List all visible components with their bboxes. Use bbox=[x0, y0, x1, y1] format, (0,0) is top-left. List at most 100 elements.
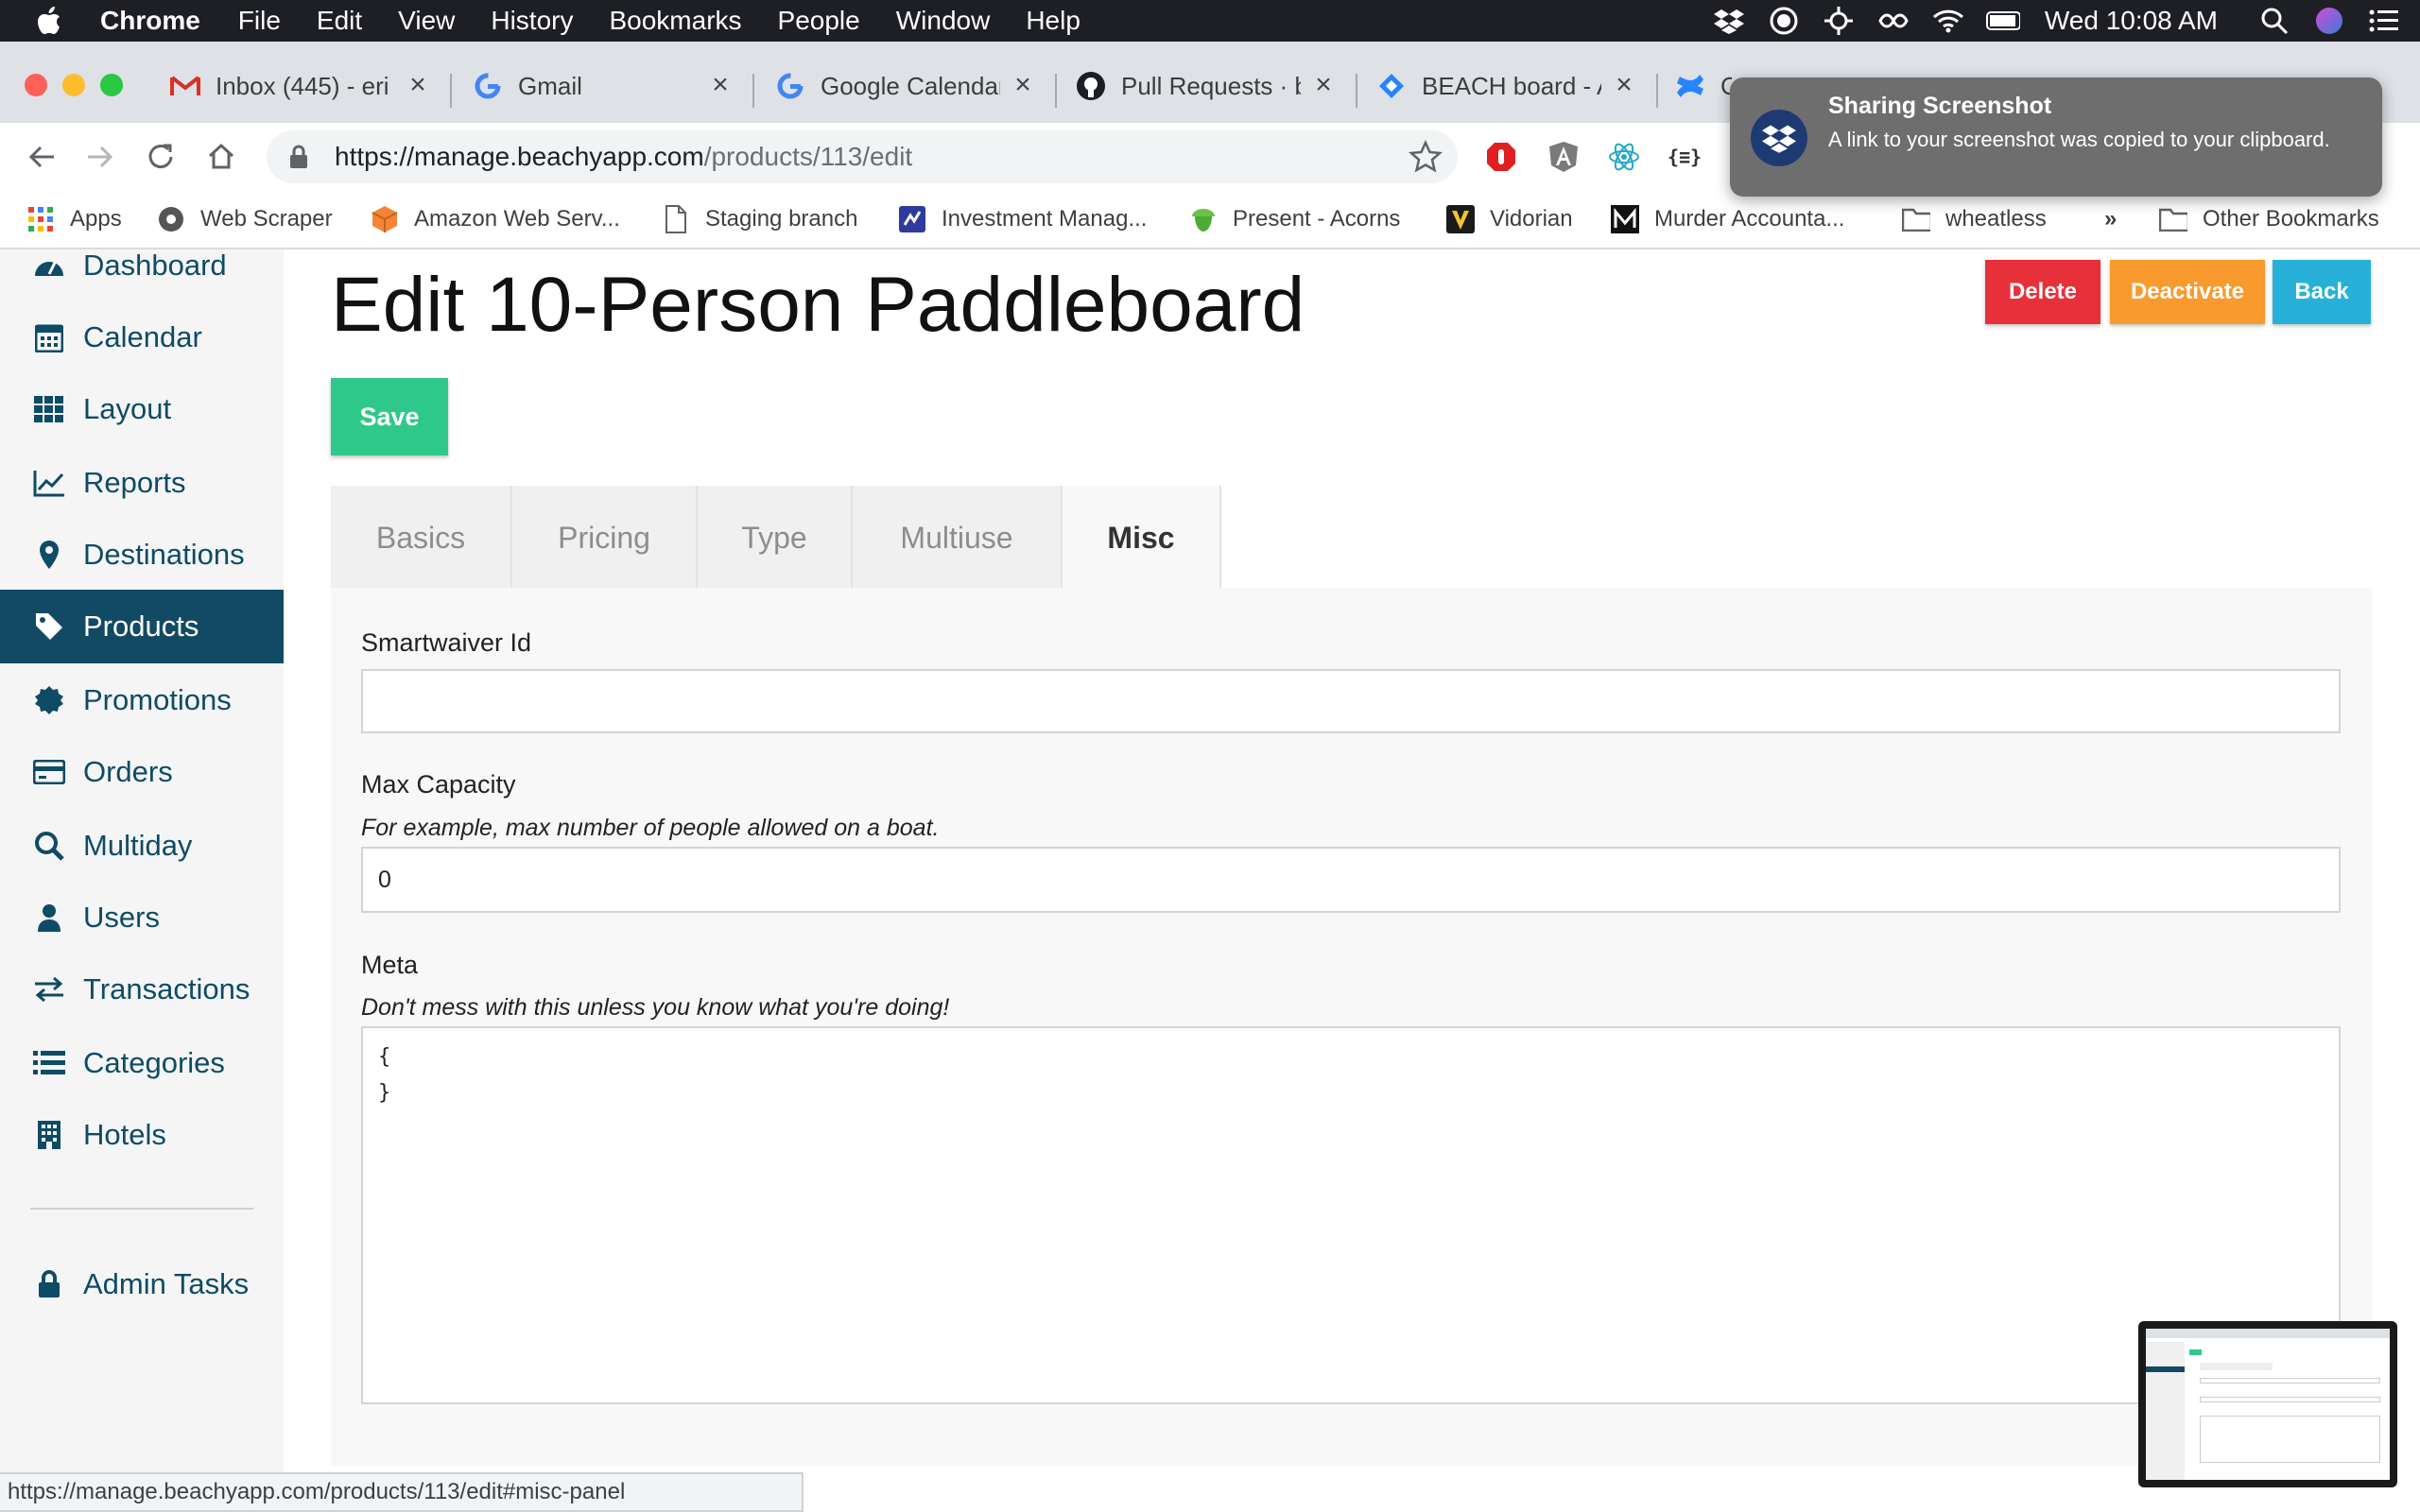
bookmark-folder-wheatless[interactable]: wheatless bbox=[1902, 200, 2047, 238]
menu-app-name[interactable]: Chrome bbox=[100, 6, 200, 36]
notification-title: Sharing Screenshot bbox=[1828, 93, 2052, 119]
bookmarks-overflow-chevron[interactable]: » bbox=[2104, 200, 2117, 238]
back-button[interactable]: Back bbox=[2273, 260, 2371, 324]
close-tab-icon[interactable]: × bbox=[403, 70, 433, 100]
siri-icon[interactable] bbox=[2312, 4, 2346, 38]
credit-card-icon bbox=[32, 755, 66, 789]
sidebar-item-layout[interactable]: Layout bbox=[0, 372, 284, 446]
tab-type[interactable]: Type bbox=[698, 486, 853, 590]
browser-tab-gmail[interactable]: Gmail × bbox=[473, 64, 735, 108]
move-status-icon[interactable] bbox=[1822, 4, 1856, 38]
sidebar-item-users[interactable]: Users bbox=[0, 881, 284, 954]
infinity-status-icon[interactable] bbox=[1876, 4, 1910, 38]
save-button[interactable]: Save bbox=[331, 378, 448, 455]
tab-pricing[interactable]: Pricing bbox=[512, 486, 698, 590]
sidebar-item-multiday[interactable]: Multiday bbox=[0, 809, 284, 883]
menu-history[interactable]: History bbox=[491, 6, 573, 36]
menu-view[interactable]: View bbox=[398, 6, 455, 36]
menu-file[interactable]: File bbox=[238, 6, 281, 36]
minimize-window-button[interactable] bbox=[62, 74, 85, 96]
deactivate-button[interactable]: Deactivate bbox=[2110, 260, 2265, 324]
sidebar-item-label: Admin Tasks bbox=[83, 1267, 250, 1300]
close-tab-icon[interactable]: × bbox=[1008, 70, 1038, 100]
meta-hint: Don't mess with this unless you know wha… bbox=[361, 994, 950, 1021]
menu-people[interactable]: People bbox=[778, 6, 860, 36]
browser-tab-confluence[interactable]: C bbox=[1675, 64, 1732, 108]
tab-title: Google Calendar bbox=[821, 71, 1000, 100]
sidebar-item-admin-tasks[interactable]: Admin Tasks bbox=[0, 1247, 284, 1321]
github-icon bbox=[1076, 71, 1106, 101]
record-status-icon[interactable] bbox=[1767, 4, 1801, 38]
dropbox-status-icon[interactable] bbox=[1712, 4, 1746, 38]
thumbnail-image bbox=[2146, 1329, 2390, 1480]
close-window-button[interactable] bbox=[25, 74, 47, 96]
menu-bookmarks[interactable]: Bookmarks bbox=[609, 6, 741, 36]
meta-json-textarea[interactable]: { } bbox=[361, 1026, 2341, 1404]
dropbox-notification[interactable]: Sharing Screenshot A link to your screen… bbox=[1730, 77, 2382, 197]
sidebar-item-products[interactable]: Products bbox=[0, 590, 284, 663]
aws-cube-icon bbox=[371, 205, 399, 233]
bookmark-other-bookmarks[interactable]: Other Bookmarks bbox=[2159, 200, 2379, 238]
sidebar-item-destinations[interactable]: Destinations bbox=[0, 518, 284, 592]
smartwaiver-id-input[interactable] bbox=[361, 669, 2341, 733]
sidebar-divider bbox=[30, 1208, 253, 1210]
wifi-icon[interactable] bbox=[1931, 4, 1965, 38]
bookmark-star-icon[interactable] bbox=[1408, 139, 1443, 174]
browser-tab-beach-board[interactable]: BEACH board - A × bbox=[1376, 64, 1639, 108]
menu-help[interactable]: Help bbox=[1026, 6, 1080, 36]
bookmark-staging-branch[interactable]: Staging branch bbox=[662, 200, 857, 238]
notification-center-icon[interactable] bbox=[2367, 4, 2401, 38]
reload-icon[interactable] bbox=[140, 136, 182, 178]
json-viewer-extension-icon[interactable]: {≡} bbox=[1666, 138, 1703, 176]
menu-window[interactable]: Window bbox=[896, 6, 991, 36]
macos-menubar: Chrome File Edit View History Bookmarks … bbox=[0, 0, 2420, 42]
bookmark-acorns[interactable]: Present - Acorns bbox=[1189, 200, 1400, 238]
tab-title: Inbox (445) - eri bbox=[216, 71, 389, 100]
gmail-icon bbox=[170, 71, 200, 101]
address-bar[interactable]: https://manage.beachyapp.com/products/11… bbox=[267, 130, 1458, 183]
tab-basics[interactable]: Basics bbox=[331, 486, 512, 590]
sidebar-item-reports[interactable]: Reports bbox=[0, 446, 284, 520]
close-tab-icon[interactable]: × bbox=[705, 70, 735, 100]
delete-button[interactable]: Delete bbox=[1985, 260, 2100, 324]
max-capacity-input[interactable] bbox=[361, 847, 2341, 913]
sidebar-item-categories[interactable]: Categories bbox=[0, 1026, 284, 1100]
lock-icon[interactable] bbox=[289, 145, 318, 169]
forward-arrow-icon[interactable] bbox=[79, 136, 121, 178]
bookmark-aws[interactable]: Amazon Web Serv... bbox=[371, 200, 620, 238]
dropbox-icon bbox=[1751, 110, 1807, 166]
sidebar-item-orders[interactable]: Orders bbox=[0, 735, 284, 809]
bookmark-investment-manager[interactable]: Investment Manag... bbox=[898, 200, 1147, 238]
sidebar-item-dashboard[interactable]: Dashboard bbox=[0, 229, 284, 302]
react-extension-icon[interactable] bbox=[1605, 138, 1643, 176]
sidebar-item-calendar[interactable]: Calendar bbox=[0, 301, 284, 374]
tab-misc[interactable]: Misc bbox=[1063, 486, 1221, 590]
close-tab-icon[interactable]: × bbox=[1308, 70, 1339, 100]
sidebar-item-transactions[interactable]: Transactions bbox=[0, 953, 284, 1026]
browser-tab-gmail-inbox[interactable]: Inbox (445) - eri × bbox=[170, 64, 433, 108]
browser-tab-google-calendar[interactable]: Google Calendar × bbox=[775, 64, 1038, 108]
bookmark-murder-accountant[interactable]: Murder Accounta... bbox=[1611, 200, 1844, 238]
google-icon bbox=[775, 71, 805, 101]
adblock-extension-icon[interactable] bbox=[1482, 138, 1520, 176]
back-arrow-icon[interactable] bbox=[21, 136, 62, 178]
apple-icon[interactable] bbox=[36, 0, 89, 42]
screenshot-thumbnail-preview[interactable] bbox=[2138, 1321, 2397, 1487]
close-tab-icon[interactable]: × bbox=[1609, 70, 1639, 100]
notification-body: A link to your screenshot was copied to … bbox=[1828, 128, 2330, 151]
zoom-window-button[interactable] bbox=[100, 74, 123, 96]
sidebar-item-label: Promotions bbox=[83, 683, 232, 716]
tab-multiuse[interactable]: Multiuse bbox=[853, 486, 1063, 590]
sidebar-item-promotions[interactable]: Promotions bbox=[0, 663, 284, 737]
menubar-clock[interactable]: Wed 10:08 AM bbox=[2045, 6, 2218, 36]
battery-icon[interactable] bbox=[1985, 4, 2020, 38]
browser-tab-pull-requests[interactable]: Pull Requests · b × bbox=[1076, 64, 1339, 108]
sidebar-item-hotels[interactable]: Hotels bbox=[0, 1098, 284, 1172]
angular-extension-icon[interactable] bbox=[1545, 138, 1582, 176]
sidebar-item-label: Multiday bbox=[83, 829, 193, 862]
menu-edit[interactable]: Edit bbox=[317, 6, 362, 36]
home-icon[interactable] bbox=[200, 136, 242, 178]
bookmark-vidorian[interactable]: Vidorian bbox=[1446, 200, 1573, 238]
tag-icon bbox=[32, 610, 66, 644]
spotlight-search-icon[interactable] bbox=[2257, 4, 2291, 38]
